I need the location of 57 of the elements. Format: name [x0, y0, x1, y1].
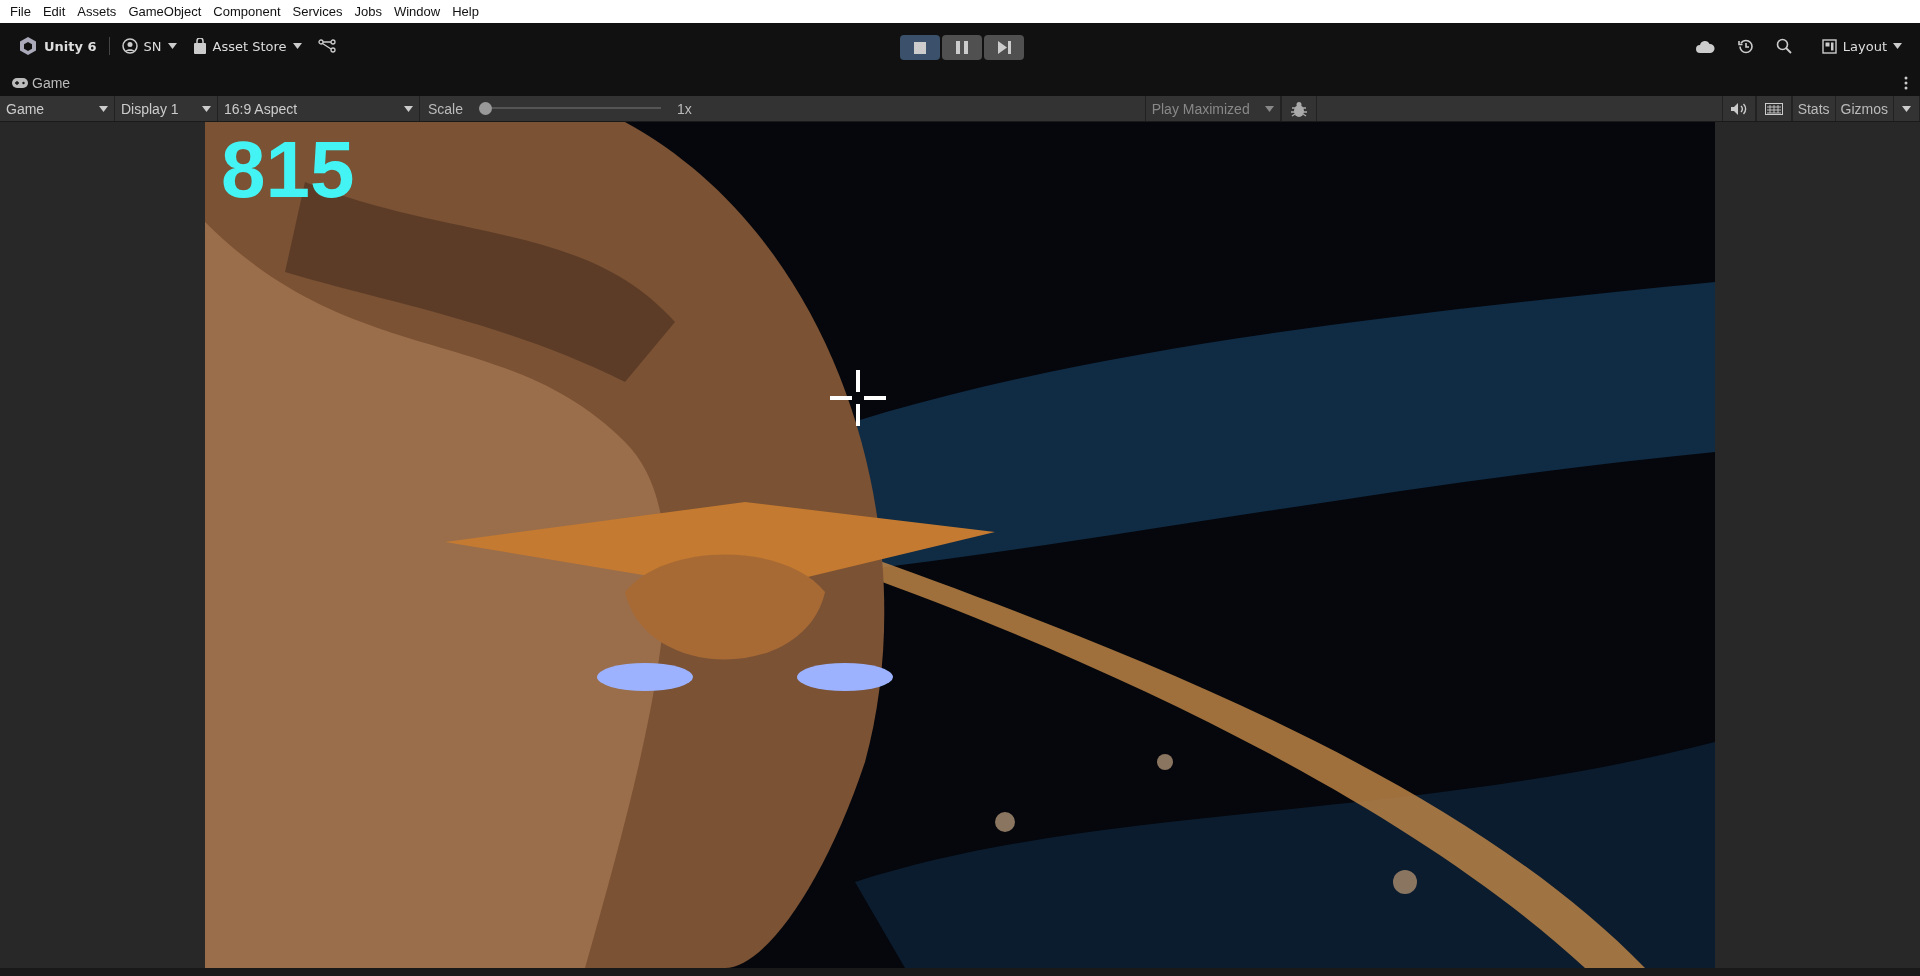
pause-button[interactable] [942, 35, 982, 61]
menu-item[interactable]: Edit [36, 4, 72, 19]
stop-icon [914, 41, 926, 54]
gizmos-button[interactable]: Gizmos [1834, 96, 1893, 121]
caret-icon [1264, 105, 1274, 112]
menu-item[interactable]: File [4, 4, 37, 19]
play-mode-dropdown[interactable]: Play Maximized [1144, 96, 1281, 121]
scale-slider[interactable] [479, 102, 662, 115]
keyboard-button[interactable] [1755, 96, 1792, 121]
menu-item[interactable]: Jobs [348, 4, 388, 19]
mute-audio-button[interactable] [1721, 96, 1756, 121]
scale-label: Scale [428, 100, 464, 117]
caret-icon [99, 105, 108, 112]
gamepad-icon [12, 77, 28, 88]
search-icon[interactable] [1775, 38, 1792, 55]
aspect-dropdown[interactable]: 16:9 Aspect [218, 96, 420, 121]
layout-icon [1821, 38, 1837, 54]
crosshair-icon [830, 370, 886, 426]
caret-icon [167, 43, 177, 50]
speaker-icon [1730, 102, 1747, 115]
stop-button[interactable] [900, 35, 940, 61]
branch-icon [317, 38, 336, 55]
caret-icon [1893, 43, 1902, 50]
caret-icon [202, 105, 211, 112]
unity-logo-button[interactable]: Unity 6 [10, 32, 105, 61]
bug-icon [1289, 99, 1308, 118]
menu-item[interactable]: Window [387, 4, 447, 19]
caret-icon [1902, 105, 1911, 112]
menu-item[interactable]: Assets [71, 4, 123, 19]
keyboard-icon [1764, 102, 1783, 115]
display-dropdown[interactable]: Display 1 [115, 96, 218, 121]
caret-icon [292, 43, 302, 50]
account-dropdown[interactable]: SN [113, 34, 185, 59]
cloud-icon[interactable] [1694, 39, 1715, 53]
menu-item[interactable]: Help [446, 4, 485, 19]
gizmos-menu-button[interactable] [1893, 96, 1920, 121]
user-icon [121, 38, 138, 55]
stats-button[interactable]: Stats [1791, 96, 1835, 121]
view-dropdown[interactable]: Game [0, 96, 115, 121]
history-icon[interactable] [1736, 37, 1754, 55]
scale-reading: 1x [677, 100, 692, 117]
caret-icon [404, 105, 413, 112]
asset-store-dropdown[interactable]: Asset Store [184, 34, 310, 59]
debug-button[interactable] [1280, 96, 1317, 121]
pause-icon [956, 41, 968, 55]
menu-item[interactable]: Component [207, 4, 287, 19]
layout-dropdown[interactable]: Layout [1813, 34, 1910, 58]
step-icon [997, 41, 1011, 55]
game-tab[interactable]: Game [12, 74, 71, 91]
score-counter: 815 [221, 130, 355, 210]
menu-item[interactable]: Services [286, 4, 349, 19]
bag-icon [192, 38, 207, 55]
slider-thumb[interactable] [479, 102, 493, 115]
step-button[interactable] [984, 35, 1024, 61]
cube-logo-icon [18, 36, 38, 57]
menu-item[interactable]: GameObject [122, 4, 208, 19]
more-options-icon[interactable] [1904, 75, 1908, 90]
